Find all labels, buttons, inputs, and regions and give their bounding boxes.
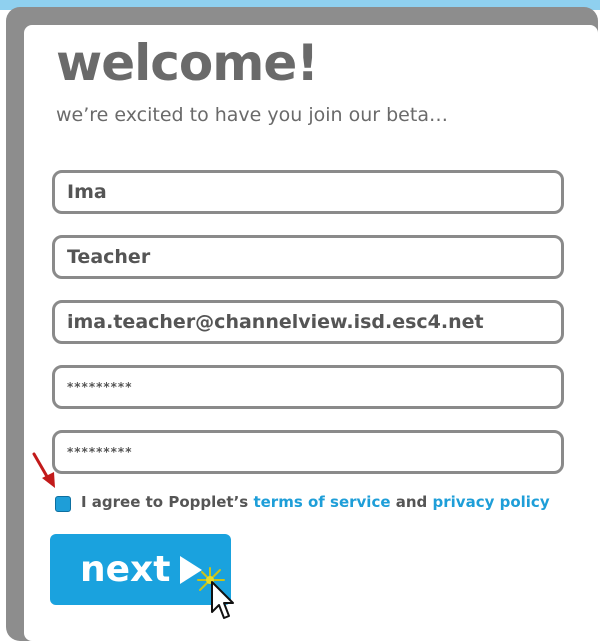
email-field[interactable]: ima.teacher@channelview.isd.esc4.net	[52, 300, 564, 344]
page-title: welcome!	[56, 34, 319, 92]
password-field[interactable]: *********	[52, 365, 564, 409]
agree-text: I agree to Popplet’s	[81, 493, 249, 511]
next-button-label: next	[80, 549, 171, 590]
page-subtitle: we’re excited to have you join our beta…	[56, 104, 448, 126]
agree-and-text: and	[395, 493, 428, 511]
first-name-field[interactable]: Ima	[52, 170, 564, 214]
agree-label: I agree to Popplet’s terms of service an…	[81, 493, 550, 511]
confirm-password-field[interactable]: *********	[52, 430, 564, 474]
cursor-click-icon	[197, 567, 234, 619]
privacy-policy-link[interactable]: privacy policy	[433, 493, 550, 511]
last-name-field[interactable]: Teacher	[52, 235, 564, 279]
red-arrow-icon	[32, 452, 55, 488]
agree-checkbox[interactable]	[55, 496, 71, 512]
terms-of-service-link[interactable]: terms of service	[253, 493, 390, 511]
